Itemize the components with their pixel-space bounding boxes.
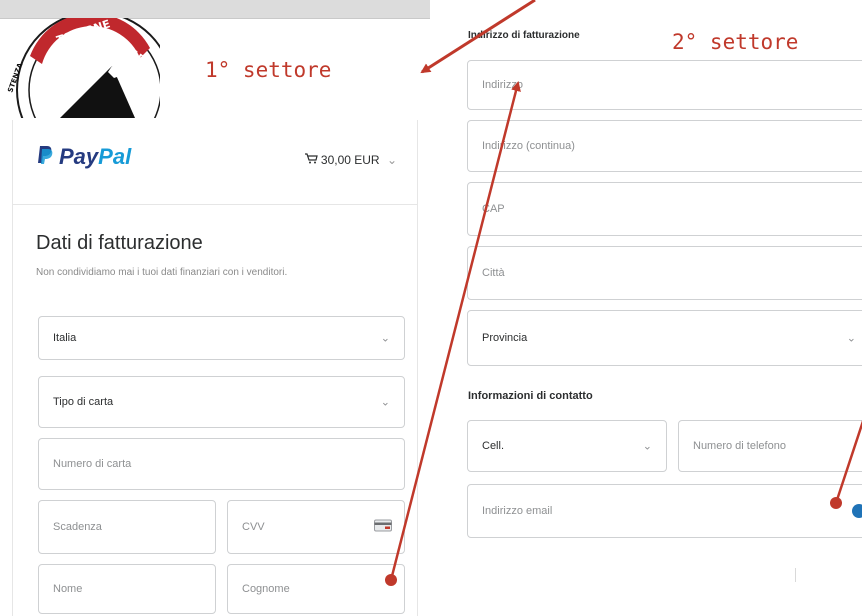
chevron-down-icon: ⌄ [380,332,390,345]
address-field[interactable]: Indirizzo [467,60,862,110]
card-type-value: Tipo di carta [53,396,114,408]
chevron-down-icon: ⌄ [846,332,856,345]
cvv-field[interactable]: CVV [227,500,405,554]
card-type-select[interactable]: Tipo di carta ⌄ [38,376,405,428]
annotation-sector-1: 1° settore [205,58,332,82]
paypal-logo: PayPal [37,144,131,171]
chevron-down-icon: ⌄ [642,440,652,453]
city-field[interactable]: Città [467,246,862,300]
province-select[interactable]: Provincia ⌄ [467,310,862,366]
last-name-field[interactable]: Cognome [227,564,405,614]
paypal-brand-pal: Pal [98,144,132,169]
billing-address-title: Indirizzo di fatturazione [468,30,580,41]
paypal-header: PayPal 30,00 EUR ⌄ [13,120,417,205]
phone-number-field[interactable]: Numero di telefono [678,420,862,472]
cart-icon [304,153,321,167]
chevron-down-icon: ⌄ [380,396,390,409]
paypal-brand-pay: Pay [59,144,99,169]
country-select[interactable]: Italia ⌄ [38,316,405,360]
divider [795,568,796,582]
cart-summary[interactable]: 30,00 EUR ⌄ [304,153,397,167]
browser-top-strip [0,0,430,19]
first-name-field[interactable]: Nome [38,564,216,614]
phone-type-select[interactable]: Cell. ⌄ [467,420,667,472]
expiry-field[interactable]: Scadenza [38,500,216,554]
billing-title: Dati di fatturazione [36,232,203,254]
contact-info-title: Informazioni di contatto [468,390,593,402]
country-value: Italia [53,332,77,344]
phone-type-value: Cell. [482,440,505,452]
credit-card-icon [374,519,392,535]
cart-amount: 30,00 EUR [320,153,380,167]
email-placeholder: Indirizzo email [482,505,553,517]
annotation-sector-2: 2° settore [672,30,799,54]
info-icon[interactable] [852,504,862,518]
card-number-field[interactable]: Numero di carta [38,438,405,490]
email-field[interactable]: Indirizzo email [467,484,862,538]
province-value: Provincia [482,332,528,344]
taverne-logo: TAVERNE D'AR STENZA [0,18,160,118]
paypal-checkout-card: PayPal 30,00 EUR ⌄ Dati di fatturazione … [12,120,418,616]
paypal-p-icon [37,145,53,171]
cvv-placeholder: CVV [242,521,265,533]
zip-field[interactable]: CAP [467,182,862,236]
chevron-down-icon: ⌄ [386,153,397,167]
billing-subtitle: Non condividiamo mai i tuoi dati finanzi… [36,267,288,278]
address-continued-field[interactable]: Indirizzo (continua) [467,120,862,172]
